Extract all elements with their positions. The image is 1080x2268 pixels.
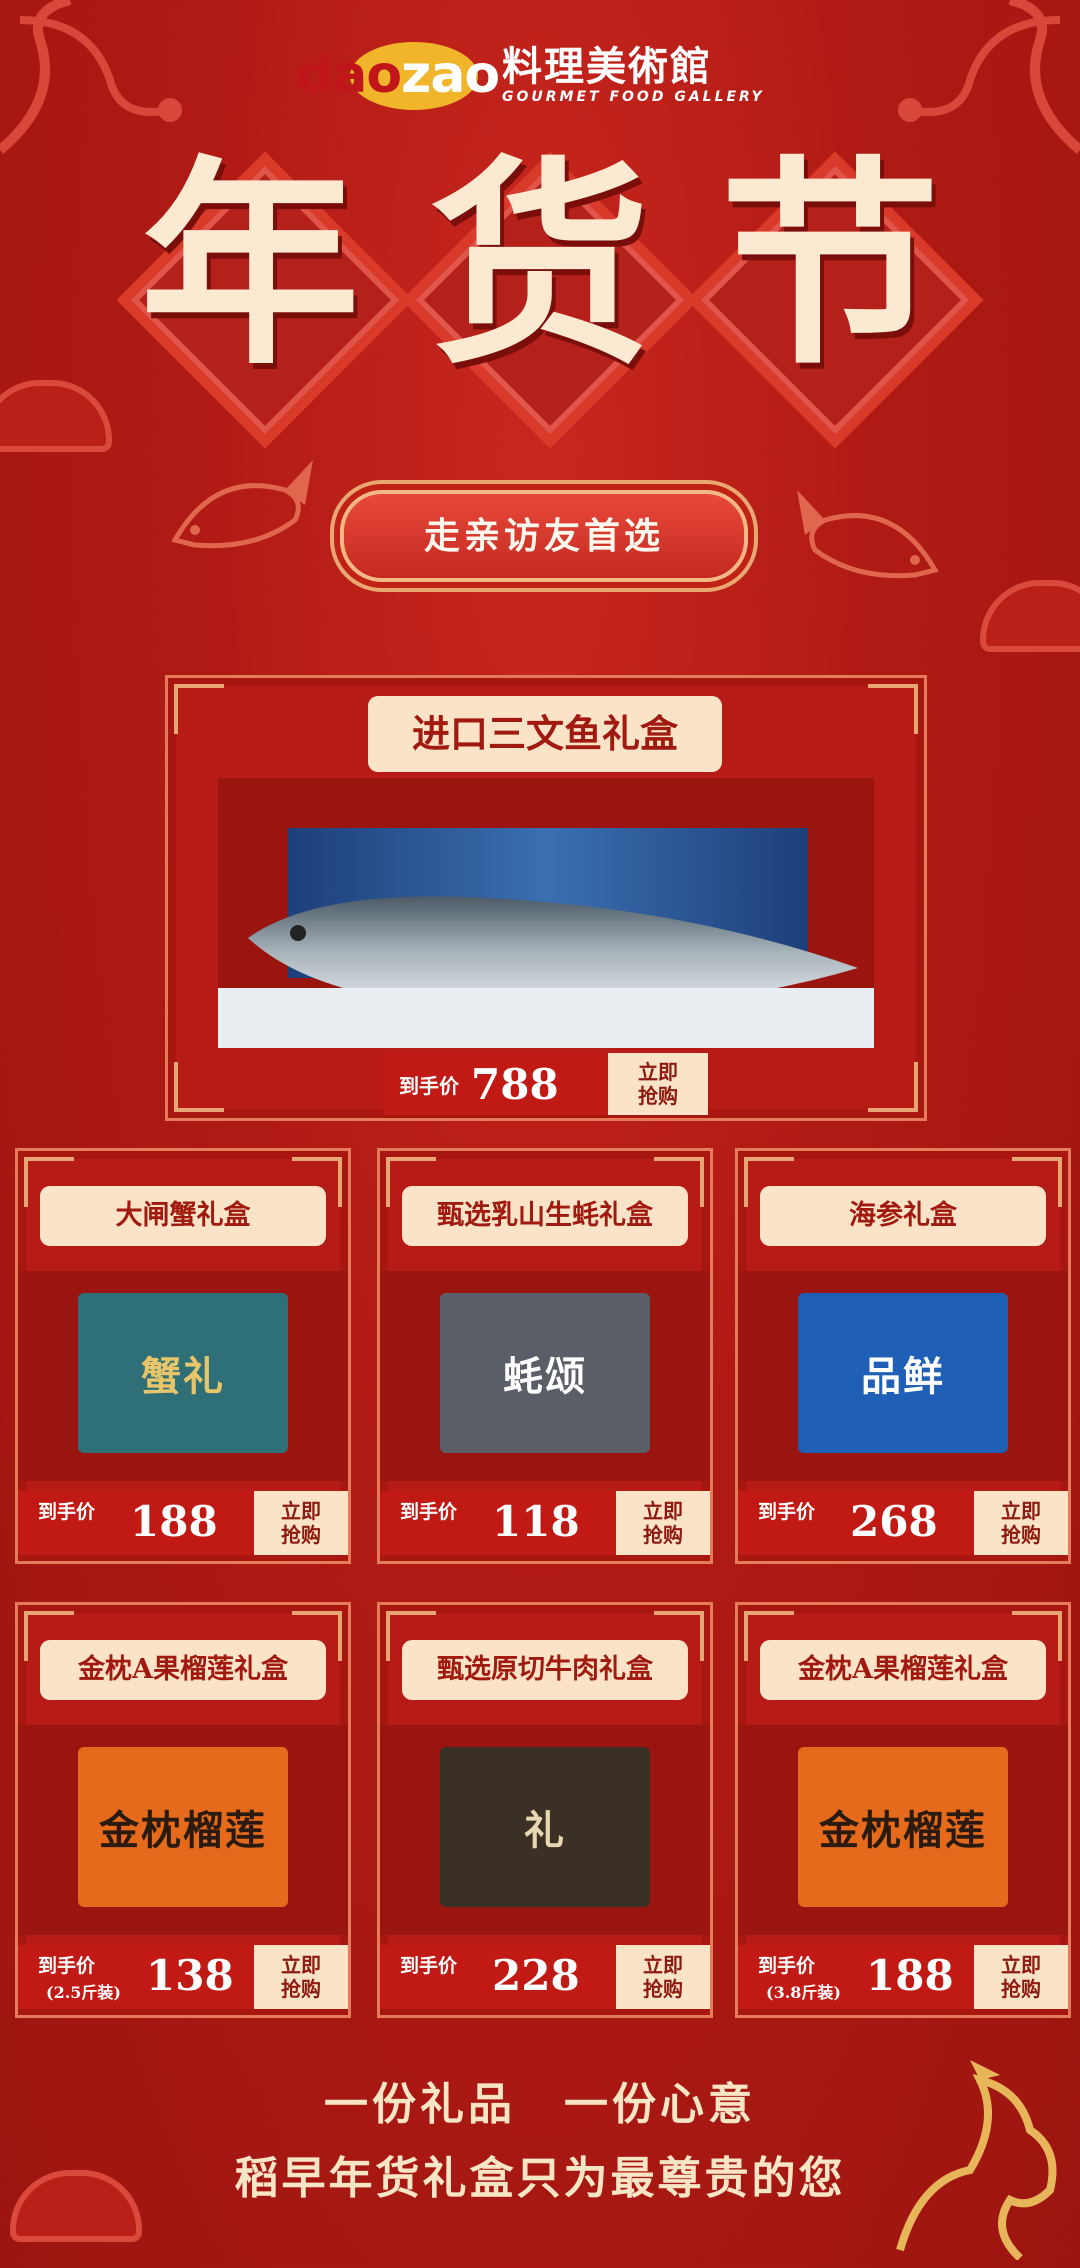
buy-button-label-2: 抢购 [643, 1523, 683, 1547]
product-title: 海参礼盒 [760, 1186, 1046, 1246]
product-card[interactable]: 大闸蟹礼盒 蟹礼 到手价 188 立即 抢购 [15, 1148, 351, 1564]
product-price-bar: 到手价 (2.5斤装) 138 立即 抢购 [18, 1945, 348, 2009]
product-box-text: 金枕榴莲 [819, 1807, 987, 1854]
buy-now-button[interactable]: 立即 抢购 [974, 1491, 1068, 1555]
buy-button-label-1: 立即 [643, 1953, 683, 1977]
buy-button-label-2: 抢购 [638, 1084, 678, 1108]
product-box: 蚝颂 [440, 1293, 650, 1453]
price-value: 788 [471, 1059, 559, 1109]
product-box-text: 礼 [524, 1807, 566, 1854]
buy-now-button[interactable]: 立即 抢购 [254, 1945, 348, 2009]
product-card[interactable]: 甄选乳山生蚝礼盒 蚝颂 到手价 118 立即 抢购 [377, 1148, 713, 1564]
product-image[interactable]: 金枕榴莲 [18, 1725, 348, 1935]
buy-button-label-1: 立即 [638, 1060, 678, 1084]
buy-now-button[interactable]: 立即 抢购 [254, 1491, 348, 1555]
card-corner-ornament [174, 684, 224, 734]
product-box: 礼 [440, 1747, 650, 1907]
featured-product-title: 进口三文鱼礼盒 [368, 696, 722, 772]
logo-latin-suffix: zao [401, 45, 500, 105]
product-title: 大闸蟹礼盒 [40, 1186, 326, 1246]
product-title: 金枕A果榴莲礼盒 [40, 1640, 326, 1700]
product-box: 蟹礼 [78, 1293, 288, 1453]
price-value: 268 [850, 1497, 938, 1546]
koi-fish-left-icon [171, 460, 313, 549]
price-value: 188 [130, 1497, 218, 1546]
price-label: 到手价 [38, 1955, 96, 1977]
hero-banner: 走亲访友首选 [340, 490, 748, 582]
product-card[interactable]: 金枕A果榴莲礼盒 金枕榴莲 到手价 (2.5斤装) 138 立即 抢购 [15, 1602, 351, 2018]
product-box: 金枕榴莲 [798, 1747, 1008, 1907]
product-price-bar: 到手价 228 立即 抢购 [380, 1945, 710, 2009]
product-card[interactable]: 甄选原切牛肉礼盒 礼 到手价 228 立即 抢购 [377, 1602, 713, 2018]
price-note: (2.5斤装) [46, 1983, 121, 2002]
daozao-logo-mark: daozao [292, 30, 500, 120]
card-corner-ornament [868, 684, 918, 734]
buy-button-label-2: 抢购 [1001, 1977, 1041, 2001]
card-corner-ornament [868, 1062, 918, 1112]
price-label: 到手价 [399, 1073, 459, 1098]
logo-chinese-name: 料理美術館 [502, 44, 712, 90]
hero-title: 年货节 [139, 135, 1010, 394]
card-corner-ornament [174, 1062, 224, 1112]
price-note: (3.8斤装) [766, 1983, 841, 2002]
product-title: 金枕A果榴莲礼盒 [760, 1640, 1046, 1700]
product-price-bar: 到手价 268 立即 抢购 [738, 1491, 1068, 1555]
product-box: 品鲜 [798, 1293, 1008, 1453]
product-box-text: 品鲜 [861, 1353, 945, 1400]
buy-button-label-1: 立即 [281, 1499, 321, 1523]
koi-fish-right-icon [797, 490, 939, 579]
buy-button-label-1: 立即 [1001, 1499, 1041, 1523]
product-image[interactable]: 蚝颂 [380, 1271, 710, 1481]
product-price-bar: 到手价 (3.8斤装) 188 立即 抢购 [738, 1945, 1068, 2009]
buy-button-label-2: 抢购 [643, 1977, 683, 2001]
price-label: 到手价 [38, 1501, 96, 1523]
buy-now-button[interactable]: 立即 抢购 [608, 1053, 708, 1115]
buy-button-label-2: 抢购 [281, 1977, 321, 2001]
product-box-text: 蚝颂 [503, 1353, 587, 1400]
product-box-text: 金枕榴莲 [99, 1807, 267, 1854]
price-label: 到手价 [758, 1501, 816, 1523]
product-title: 甄选乳山生蚝礼盒 [402, 1186, 688, 1246]
cloud-ornament-right [980, 580, 1080, 652]
product-price-bar: 到手价 118 立即 抢购 [380, 1491, 710, 1555]
product-box: 金枕榴莲 [78, 1747, 288, 1907]
golden-horse-icon [896, 2060, 1057, 2260]
price-value: 138 [146, 1951, 234, 2000]
hero-banner-text: 走亲访友首选 [423, 515, 664, 557]
featured-product-image[interactable] [218, 778, 874, 1048]
buy-now-button[interactable]: 立即 抢购 [616, 1491, 710, 1555]
price-label: 到手价 [400, 1955, 458, 1977]
product-title: 甄选原切牛肉礼盒 [402, 1640, 688, 1700]
product-card[interactable]: 海参礼盒 品鲜 到手价 268 立即 抢购 [735, 1148, 1071, 1564]
buy-now-button[interactable]: 立即 抢购 [616, 1945, 710, 2009]
product-image[interactable]: 品鲜 [738, 1271, 1068, 1481]
ice-bed [218, 988, 874, 1048]
logo-latin-prefix: dao [296, 45, 402, 105]
price-value: 228 [492, 1951, 580, 2000]
product-image[interactable]: 金枕榴莲 [738, 1725, 1068, 1935]
buy-button-label-1: 立即 [1001, 1953, 1041, 1977]
price-label: 到手价 [400, 1501, 458, 1523]
buy-button-label-1: 立即 [643, 1499, 683, 1523]
brand-logo[interactable]: daozao 料理美術館 GOURMET FOOD GALLERY [292, 30, 765, 120]
buy-button-label-2: 抢购 [1001, 1523, 1041, 1547]
logo-english-name: GOURMET FOOD GALLERY [502, 89, 765, 105]
buy-button-label-1: 立即 [281, 1953, 321, 1977]
product-image[interactable]: 礼 [380, 1725, 710, 1935]
product-image[interactable]: 蟹礼 [18, 1271, 348, 1481]
product-box-text: 蟹礼 [141, 1353, 225, 1400]
price-value: 188 [866, 1951, 954, 2000]
product-card[interactable]: 金枕A果榴莲礼盒 金枕榴莲 到手价 (3.8斤装) 188 立即 抢购 [735, 1602, 1071, 2018]
price-label: 到手价 [758, 1955, 816, 1977]
featured-price-bar: 到手价 788 立即 抢购 [383, 1053, 708, 1115]
product-price-bar: 到手价 188 立即 抢购 [18, 1491, 348, 1555]
buy-now-button[interactable]: 立即 抢购 [974, 1945, 1068, 2009]
featured-product-card[interactable]: 进口三文鱼礼盒 到手价 788 立即 抢购 [165, 675, 927, 1121]
buy-button-label-2: 抢购 [281, 1523, 321, 1547]
price-value: 118 [492, 1497, 580, 1546]
